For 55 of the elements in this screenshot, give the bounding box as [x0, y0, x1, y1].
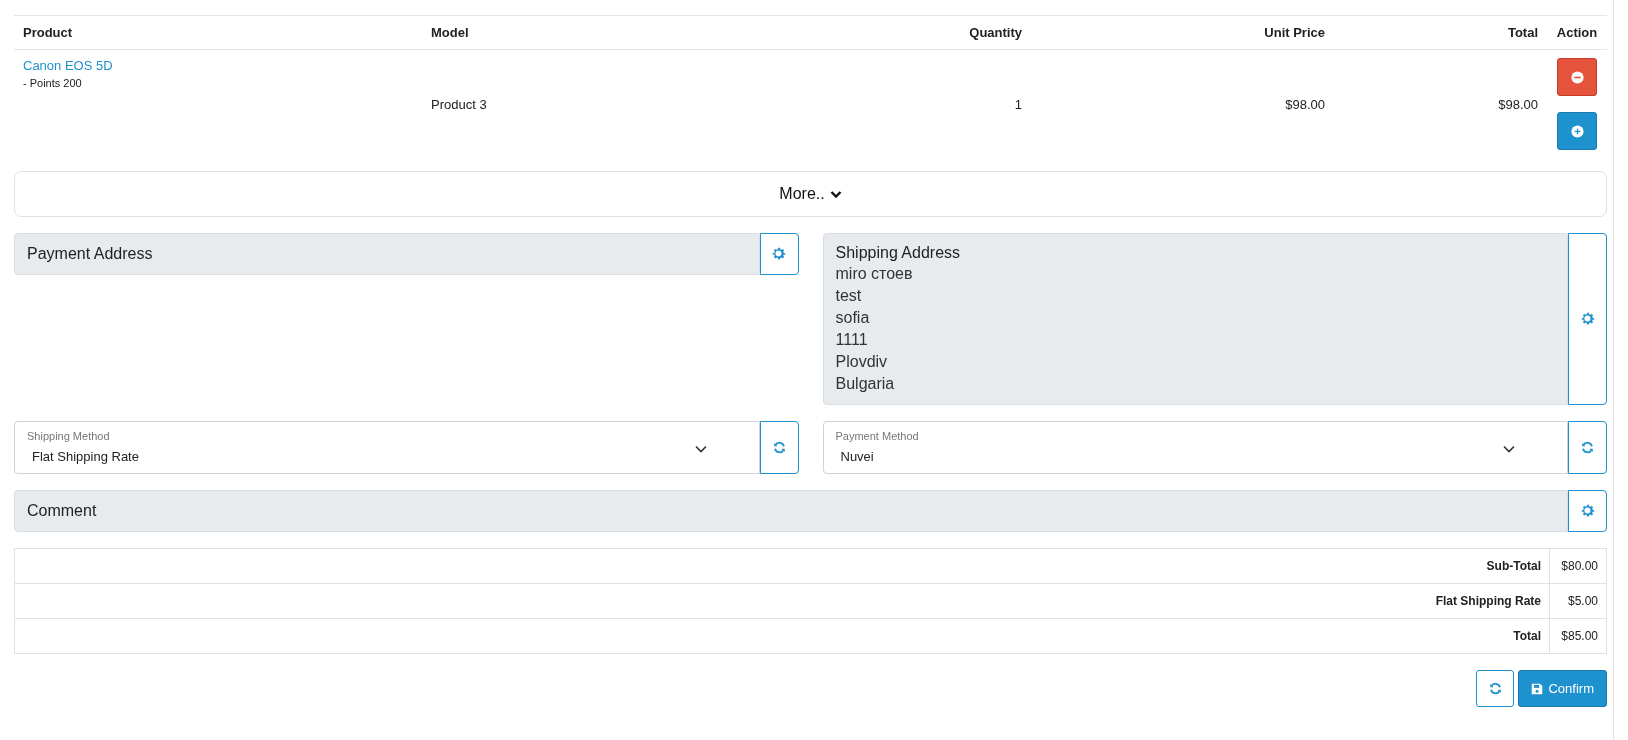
settings-button[interactable] — [1568, 233, 1607, 405]
column-header: Quantity — [915, 15, 1031, 50]
settings-button[interactable] — [759, 233, 799, 275]
save-icon — [1531, 682, 1544, 695]
table-cell: 1 — [1014, 96, 1022, 112]
total-label: Sub-Total — [1486, 559, 1541, 573]
plus-circle-icon — [1570, 124, 1584, 138]
column-header: Total — [1334, 15, 1547, 50]
refresh-icon — [1489, 682, 1502, 695]
refresh-icon — [1581, 441, 1594, 454]
method-select[interactable]: Shipping Method Flat Shipping Rate — [14, 421, 760, 474]
field-label: Shipping Method — [27, 430, 111, 442]
refresh-icon — [772, 441, 786, 454]
settings-icon — [1580, 312, 1595, 326]
method-select[interactable]: Payment Method Nuvei — [822, 421, 1568, 474]
product-option: - Points 200 — [23, 77, 413, 89]
address-line: miro стоев — [835, 264, 914, 284]
column-header: Unit Price — [1031, 15, 1334, 50]
settings-icon — [1580, 504, 1595, 518]
caret-icon — [1503, 445, 1515, 453]
table-cell: $98.00 — [1285, 96, 1325, 112]
panel-title: Payment Address — [27, 244, 154, 264]
column-header: Action — [1547, 15, 1607, 50]
column-header: Model — [422, 15, 915, 50]
refresh-button[interactable] — [759, 421, 799, 474]
address-line: sofia — [835, 308, 871, 328]
address-line: 1111 — [835, 330, 869, 350]
selected-value: Flat Shipping Rate — [31, 449, 140, 464]
total-label: Total — [1513, 629, 1541, 643]
total-value: $5.00 — [1567, 594, 1598, 608]
address-line: Bulgaria — [835, 374, 896, 394]
add-button[interactable] — [1557, 112, 1597, 150]
chevron-down-icon — [829, 189, 842, 199]
minus-circle-icon — [1570, 70, 1584, 84]
more-button[interactable]: More.. — [14, 171, 1607, 217]
address-line: Plovdiv — [835, 352, 889, 372]
address-line: test — [835, 286, 863, 306]
panel-title: Comment — [27, 501, 98, 521]
refresh-button[interactable] — [1568, 421, 1607, 474]
field-label: Payment Method — [835, 430, 920, 442]
total-value: $80.00 — [1561, 559, 1598, 573]
table-cell: $98.00 — [1498, 96, 1538, 112]
product-link[interactable]: Canon EOS 5D — [23, 58, 113, 73]
settings-icon — [772, 247, 786, 261]
total-label: Flat Shipping Rate — [1435, 594, 1541, 608]
selected-value: Nuvei — [839, 449, 875, 464]
confirm-button[interactable]: Confirm — [1518, 670, 1607, 707]
remove-button[interactable] — [1557, 58, 1597, 96]
table-cell: Product 3 — [431, 96, 487, 112]
settings-button[interactable] — [1568, 490, 1607, 532]
refresh-button[interactable] — [1476, 670, 1515, 707]
total-value: $85.00 — [1561, 629, 1598, 643]
panel-title: Shipping Address — [835, 243, 962, 263]
column-header: Product — [14, 15, 422, 50]
caret-icon — [694, 445, 707, 453]
